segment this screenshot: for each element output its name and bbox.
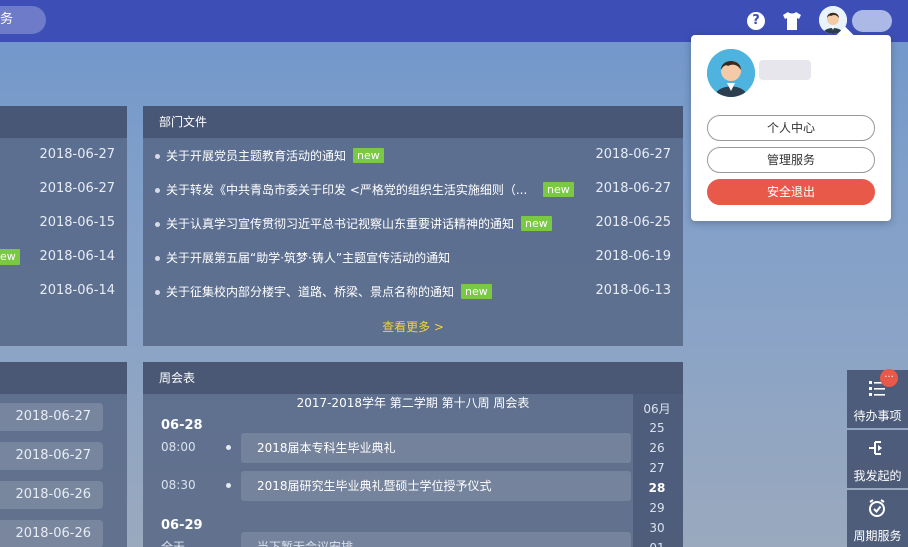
document-item[interactable]: 关于征集校内部分楼宇、道路、桥梁、景点名称的通知 new 2018-06-13 [143,283,683,303]
left-panel-header [0,106,127,138]
todo-label: 待办事项 [853,409,902,423]
document-title[interactable]: 关于开展党员主题教育活动的通知 [166,147,346,164]
document-title[interactable]: 关于开展第五届“助学·筑梦·铸人”主题宣传活动的通知 [166,249,450,266]
bullet-icon [155,256,160,261]
user-name-blurred [759,60,811,80]
panel-title: 周会表 [143,362,683,394]
meeting-event[interactable]: 当下暂无会议安排 [241,532,631,547]
meeting-date: 06-29 [161,518,203,533]
new-badge: new [521,216,552,231]
document-date: 2018-06-13 [595,283,671,298]
initiated-label: 我发起的 [853,469,902,483]
meeting-time: 08:00 [161,440,196,454]
item-date: 2018-06-15 [39,215,115,230]
calendar-day[interactable]: 27 [640,461,674,475]
list-item[interactable]: 2018-06-26 [0,520,103,547]
bullet-icon [226,483,231,488]
management-service-button[interactable]: 管理服务 [707,147,875,173]
meeting-time: 全天 [161,540,186,547]
user-menu-dropdown: 个人中心 管理服务 安全退出 [691,35,891,221]
meeting-time: 08:30 [161,478,196,492]
bullet-icon [155,188,160,193]
item-date: 2018-06-27 [15,448,91,463]
left-notice-panel: 2018-06-27 2018-06-27 2018-06-15 ew 2018… [0,106,127,346]
calendar-day[interactable]: 25 [640,421,674,435]
item-date: 2018-06-27 [39,147,115,162]
todo-button[interactable]: 待办事项 [847,370,908,428]
t-shirt-icon[interactable] [780,9,804,33]
calendar-day[interactable]: 01 [640,541,674,547]
view-more-link[interactable]: 查看更多 > [143,318,683,335]
document-item[interactable]: 关于开展党员主题教育活动的通知 new 2018-06-27 [143,147,683,167]
periodic-service-label: 周期服务 [853,529,902,543]
item-date: 2018-06-27 [39,181,115,196]
bullet-icon [155,290,160,295]
item-date: 2018-06-26 [15,526,91,541]
user-name-blurred[interactable] [852,10,892,32]
logout-button[interactable]: 安全退出 [707,179,875,205]
document-date: 2018-06-25 [595,215,671,230]
calendar-month: 06月 [643,402,671,416]
document-date: 2018-06-19 [595,249,671,264]
document-item[interactable]: 关于认真学习宣传贯彻习近平总书记视察山东重要讲话精神的通知 new 2018-0… [143,215,683,235]
list-item[interactable]: 2018-06-26 [0,481,103,509]
list-item[interactable]: 2018-06-27 [0,181,127,201]
meeting-event[interactable]: 2018届研究生毕业典礼暨硕士学位授予仪式 [241,471,631,501]
user-avatar-icon [707,49,755,97]
document-title[interactable]: 关于转发《中共青岛市委关于印发 <严格党的组织生活实施细则（... [166,181,536,198]
notification-badge: ... [880,369,898,387]
meeting-event[interactable]: 2018届本专科生毕业典礼 [241,433,631,463]
calendar-day[interactable]: 29 [640,501,674,515]
list-item[interactable]: 2018-06-27 [0,442,103,470]
document-date: 2018-06-27 [595,181,671,196]
flow-icon [867,438,887,458]
bullet-icon [155,222,160,227]
document-date: 2018-06-27 [595,147,671,162]
left-panel-header [0,362,127,394]
item-date: 2018-06-26 [15,487,91,502]
list-item[interactable]: 2018-06-15 [0,215,127,235]
calendar-day[interactable]: 26 [640,441,674,455]
new-badge: ew [0,249,20,265]
new-badge: new [353,148,384,163]
week-subtitle: 2017-2018学年 第二学期 第十八周 周会表 [296,396,530,410]
initiated-button[interactable]: 我发起的 [847,430,908,488]
panel-title: 部门文件 [143,106,683,138]
document-item[interactable]: 关于转发《中共青岛市委关于印发 <严格党的组织生活实施细则（... new 20… [143,181,683,201]
meeting-date: 06-28 [161,418,203,433]
new-badge: new [461,284,492,299]
list-item[interactable]: 2018-06-27 [0,403,103,431]
alarm-clock-icon [867,498,887,518]
item-date: 2018-06-14 [39,249,115,264]
item-date: 2018-06-14 [39,283,115,298]
weekly-meeting-panel: 周会表 2017-2018学年 第二学期 第十八周 周会表 06-28 08:0… [143,362,683,547]
document-item[interactable]: 关于开展第五届“助学·筑梦·铸人”主题宣传活动的通知 2018-06-19 [143,249,683,269]
calendar-day[interactable]: 30 [640,521,674,535]
document-title[interactable]: 关于认真学习宣传贯彻习近平总书记视察山东重要讲话精神的通知 [166,215,514,232]
item-date: 2018-06-27 [15,409,91,424]
bullet-icon [155,154,160,159]
periodic-service-button[interactable]: 周期服务 [847,490,908,547]
calendar-day-today[interactable]: 28 [640,481,674,495]
document-title[interactable]: 关于征集校内部分楼宇、道路、桥梁、景点名称的通知 [166,283,454,300]
personal-center-button[interactable]: 个人中心 [707,115,875,141]
list-item[interactable]: ew 2018-06-14 [0,249,127,269]
help-icon[interactable]: ? [744,9,768,33]
department-documents-panel: 部门文件 关于开展党员主题教育活动的通知 new 2018-06-27 关于转发… [143,106,683,346]
list-item[interactable]: 2018-06-27 [0,147,127,167]
list-item[interactable]: 2018-06-14 [0,283,127,303]
new-badge: new [543,182,574,197]
left-schedule-panel: 2018-06-27 2018-06-27 2018-06-26 2018-06… [0,362,127,547]
bullet-icon [226,445,231,450]
service-search-pill[interactable]: 务 [0,6,46,34]
